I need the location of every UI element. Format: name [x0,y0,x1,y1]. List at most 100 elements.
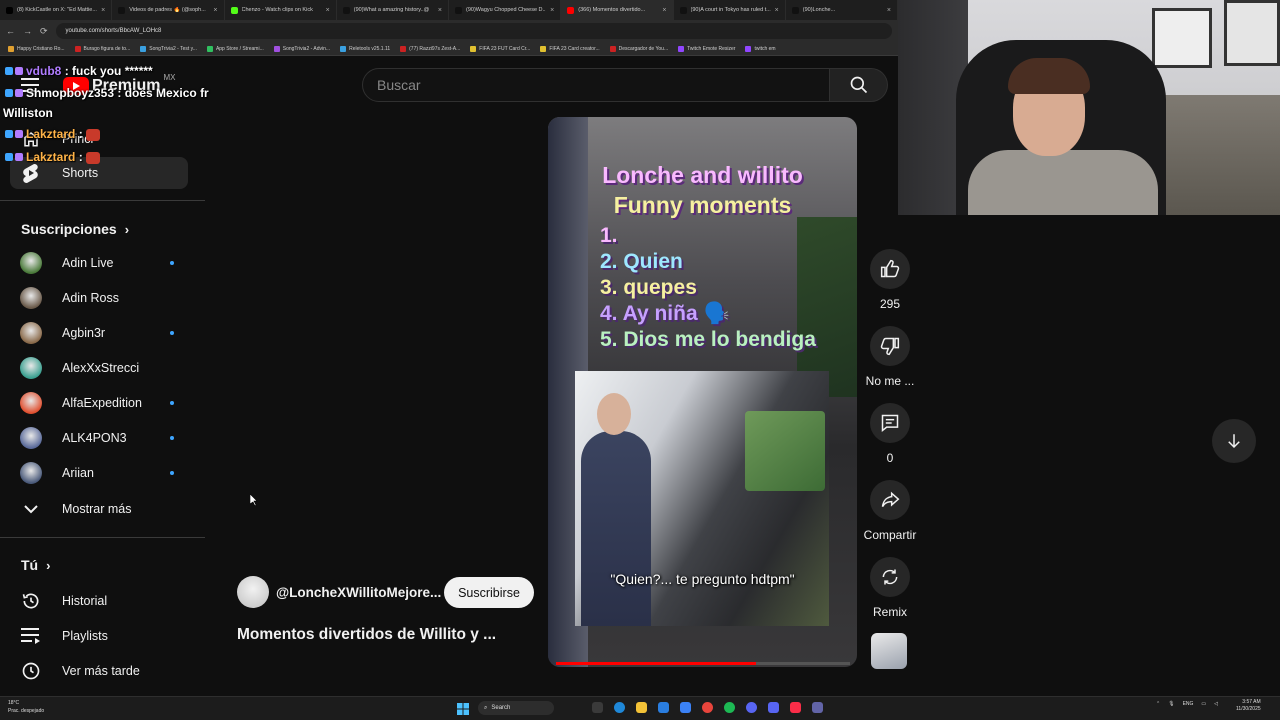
next-video-button[interactable] [1212,419,1256,463]
you-header[interactable]: Tú › [21,557,50,573]
tab-favicon-icon [567,6,575,14]
channel-handle[interactable]: @LoncheXWillitoMejore... [276,585,441,600]
close-icon[interactable]: × [662,7,666,14]
share-button[interactable] [870,480,910,520]
taskbar-clock[interactable]: 3:57 AM 11/30/2025 [1236,699,1261,713]
discord-icon[interactable] [768,702,779,713]
subscription-channel[interactable]: Adin Live [10,247,188,279]
remix-button[interactable] [870,557,910,597]
country-code: MX [163,72,176,82]
taskbar-search[interactable]: ⌕ Search [478,701,554,715]
teams-icon[interactable] [812,702,823,713]
close-icon[interactable]: × [213,7,217,14]
sidebar-item-watch-later[interactable]: Ver más tarde [10,655,188,687]
channel-name: AlexXxStrecci [62,361,140,375]
subscriptions-header[interactable]: Suscripciones › [21,221,129,237]
bookmark-label: SongTrivia2 - Advin... [282,45,331,52]
chat-text: : [78,127,83,141]
subscription-channel[interactable]: Ariian [10,457,188,489]
bookmarks-bar: Happy Cristiano Ro... Burago figura de to… [0,42,898,56]
search-button[interactable] [830,68,888,102]
bookmark-item[interactable]: FIFA 23 Card creator... [540,45,600,52]
bookmark-item[interactable]: App Store / Streami... [206,45,264,52]
tab-favicon-icon [791,6,799,14]
browser-tab[interactable]: (90)Wagyu Chopped Cheese D... × [449,0,562,20]
search-input[interactable]: Buscar [362,68,830,102]
close-icon[interactable]: × [438,7,442,14]
close-icon[interactable]: × [775,7,779,14]
microphone-icon[interactable]: 🎙 [1168,701,1174,707]
person-head [597,393,631,435]
chevron-up-icon[interactable]: ⌃ [1156,701,1160,707]
url-field[interactable]: youtube.com/shorts/BbcAW_LOHc8 [55,23,892,39]
task-view-icon[interactable] [592,702,603,713]
sound-thumbnail[interactable] [871,633,907,669]
subscription-channel[interactable]: AlfaExpedition [10,387,188,419]
comments-button[interactable] [870,403,910,443]
bookmark-favicon-icon [340,45,347,52]
language-indicator[interactable]: ENG [1183,701,1194,707]
edge-icon[interactable] [614,702,625,713]
video-progress-bar[interactable] [556,662,850,665]
divider [0,200,205,201]
browser-tab[interactable]: (90)Lonche... × [786,0,898,20]
browser-tab[interactable]: (8) KickCastle on X: "Ed Mattie... × [0,0,113,20]
forward-icon[interactable]: → [23,26,32,36]
browser-tab[interactable]: (90)What a amazing history..@ × [337,0,449,20]
bookmark-item[interactable]: SongTrivia2 - Advin... [273,45,331,52]
chrome-icon[interactable] [702,702,713,713]
browser-tab[interactable]: Videos de padres 🔥 (@soph... × [112,0,225,20]
taskbar-search-label: Search [491,705,511,711]
bookmark-item[interactable]: twitch em [745,45,776,52]
like-button[interactable] [870,249,910,289]
video-title[interactable]: Momentos divertidos de Willito y ... [237,626,496,644]
close-icon[interactable]: × [326,7,330,14]
channel-avatar[interactable] [237,576,269,608]
show-more-button[interactable]: Mostrar más [10,493,188,525]
shorts-video-player[interactable]: Lonche and willito Funny moments 1. 2. Qu… [548,117,857,667]
browser-tab[interactable]: Chenzo - Watch clips on Kick × [225,0,337,20]
browser-tab[interactable]: (90)A court in Tokyo has ruled t... × [674,0,786,20]
chevron-right-icon: › [46,557,51,573]
bookmark-item[interactable]: SongTrivia2 - Test y... [140,45,197,52]
subscription-channel[interactable]: AlexXxStrecci [10,352,188,384]
subscription-channel[interactable]: Agbin3r [10,317,188,349]
subscribe-button[interactable]: Suscribirse [444,577,534,608]
bookmark-item[interactable]: Happy Cristiano Ro... [8,45,65,52]
sidebar-item-history[interactable]: Historial [10,585,188,617]
back-icon[interactable]: ← [6,26,15,36]
subscription-channel[interactable]: ALK4PON3 [10,422,188,454]
music-icon[interactable] [790,702,801,713]
overlay-list-item: 3. quepes [600,276,697,299]
network-icon[interactable]: ▭ [1201,701,1206,707]
bookmark-item[interactable]: (77) Razzi97s Zest-A... [400,45,460,52]
bookmark-item[interactable]: Descargador de You... [609,45,668,52]
mail-icon[interactable] [680,702,691,713]
obs-icon[interactable] [746,702,757,713]
bookmark-item[interactable]: Twitch Emote Resizer [678,45,735,52]
bookmark-favicon-icon [470,45,477,52]
share-icon [881,491,900,508]
dislike-button[interactable] [870,326,910,366]
browser-tab[interactable]: (366) Momentos divertido... × [561,0,674,20]
sidebar-item-playlists[interactable]: Playlists [10,620,188,652]
bookmark-label: FIFA 23 FUT Card Cr... [479,45,531,52]
reload-icon[interactable]: ⟳ [40,26,48,37]
store-icon[interactable] [658,702,669,713]
bookmark-item[interactable]: FIFA 23 FUT Card Cr... [470,45,531,52]
volume-icon[interactable]: ◁ [1214,701,1218,707]
close-icon[interactable]: × [887,7,891,14]
close-icon[interactable]: × [550,7,554,14]
weather-widget[interactable]: 18°C Prac. despejado [8,699,44,715]
windows-start-icon[interactable] [457,702,469,715]
tab-label: Videos de padres 🔥 (@soph... [129,7,206,13]
spotify-icon[interactable] [724,702,735,713]
close-icon[interactable]: × [101,7,105,14]
comments-action: 0 [862,403,918,465]
bookmark-item[interactable]: Reletools v25.1.11 [340,45,390,52]
bookmark-item[interactable]: Burago figura de to... [74,45,130,52]
file-explorer-icon[interactable] [636,702,647,713]
bookmark-favicon-icon [273,45,280,52]
subscription-channel[interactable]: Adin Ross [10,282,188,314]
bookmark-label: twitch em [754,45,776,52]
